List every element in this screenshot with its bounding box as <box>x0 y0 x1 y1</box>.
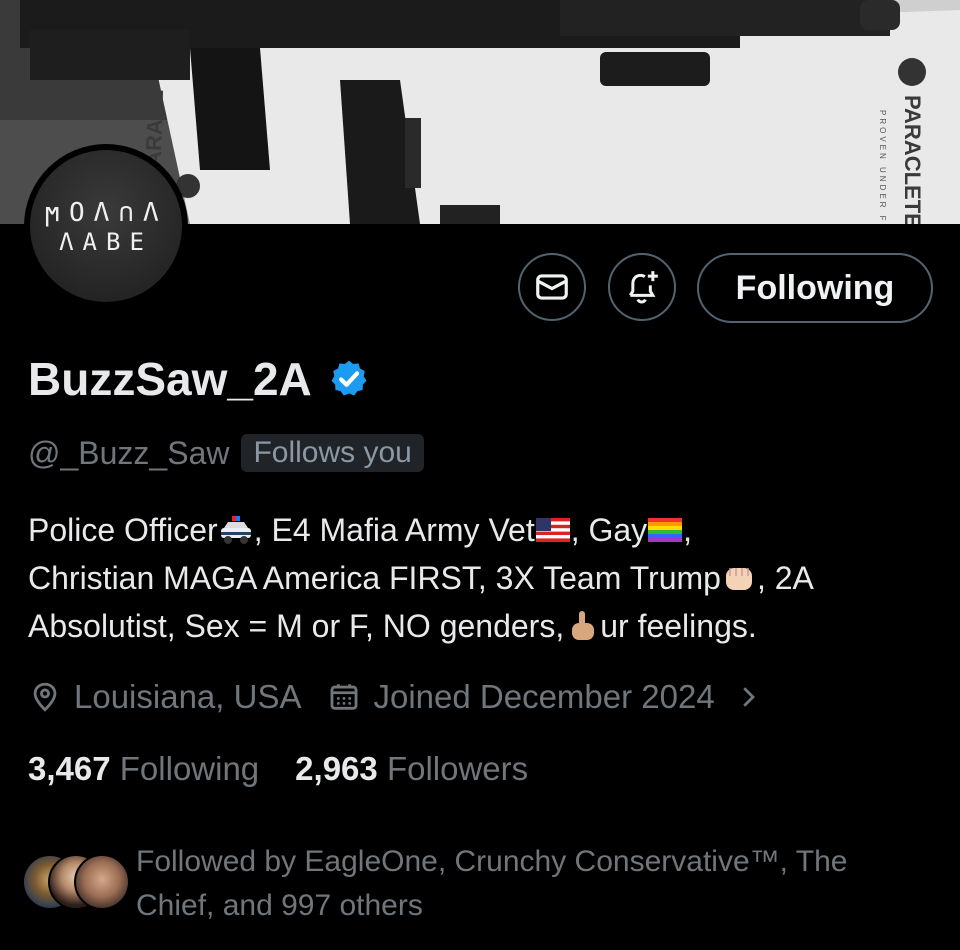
envelope-icon <box>536 274 568 300</box>
bell-plus-icon <box>629 271 658 304</box>
us-flag-emoji-icon <box>535 518 570 542</box>
chevron-right-icon[interactable] <box>733 682 763 712</box>
fist-emoji-icon <box>725 568 752 590</box>
location-pin-icon <box>33 682 57 712</box>
message-button[interactable] <box>518 253 586 321</box>
middle-finger-emoji-icon <box>572 611 595 640</box>
following-button[interactable]: Following <box>697 253 933 323</box>
bio-text: Absolutist, Sex = M or F, NO genders, <box>28 608 565 644</box>
banner-subtext-right: PROVEN UNDER FIRE <box>878 110 887 224</box>
calendar-icon <box>331 684 358 710</box>
user-handle: @_Buzz_Saw <box>28 434 230 471</box>
avatar-image: ϻOΛ∩Λ ΛABE <box>30 150 182 302</box>
display-name-row: BuzzSaw_2A <box>28 352 370 406</box>
followers-stat[interactable]: 2,963 Followers <box>295 750 528 788</box>
display-name: BuzzSaw_2A <box>28 353 312 405</box>
police-car-emoji-icon <box>220 516 251 544</box>
profile-meta-row: Louisiana, USA Joined December 2024 <box>28 678 763 716</box>
following-count: 3,467 <box>28 750 111 787</box>
profile-avatar[interactable]: ϻOΛ∩Λ ΛABE <box>24 144 188 308</box>
bio-text: Christian MAGA America FIRST, 3X Team Tr… <box>28 560 721 596</box>
followed-by-line: Followed by EagleOne, Crunchy Conservati… <box>136 845 848 878</box>
following-label: Following <box>119 750 260 787</box>
notifications-button[interactable] <box>608 253 676 321</box>
bio-text: , 2A <box>756 560 814 596</box>
follower-avatars <box>22 854 130 912</box>
avatar-text-line1: ϻOΛ∩Λ <box>44 198 168 228</box>
bio-text: , E4 Mafia Army Vet <box>253 512 535 548</box>
followed-by-row[interactable]: Followed by EagleOne, Crunchy Conservati… <box>22 840 916 928</box>
profile-bio: Police Officer , E4 Mafia Army Vet , Gay , … <box>28 506 948 650</box>
verified-badge-icon[interactable] <box>328 358 370 400</box>
follower-avatar <box>74 854 130 910</box>
follow-stats: 3,467 Following 2,963 Followers <box>28 750 528 788</box>
bio-text: ur feelings. <box>600 608 757 644</box>
profile-location: Louisiana, USA <box>74 678 302 715</box>
bio-text: , <box>683 512 693 548</box>
followers-label: Followers <box>386 750 529 787</box>
bio-text: Police Officer <box>28 512 218 548</box>
following-stat[interactable]: 3,467 Following <box>28 750 259 788</box>
rainbow-flag-emoji-icon <box>648 518 683 542</box>
bio-text: , Gay <box>570 512 648 548</box>
profile-joined-date: Joined December 2024 <box>373 678 715 715</box>
followed-by-line: Chief, and 997 others <box>136 889 423 922</box>
followers-count: 2,963 <box>295 750 378 787</box>
handle-row: @_Buzz_Saw Follows you <box>28 434 424 472</box>
avatar-text-line2: ΛABE <box>59 228 153 256</box>
follows-you-badge: Follows you <box>241 434 424 472</box>
followed-by-text: Followed by EagleOne, Crunchy Conservati… <box>136 840 916 928</box>
banner-text-right: PARACLETE <box>900 95 925 224</box>
